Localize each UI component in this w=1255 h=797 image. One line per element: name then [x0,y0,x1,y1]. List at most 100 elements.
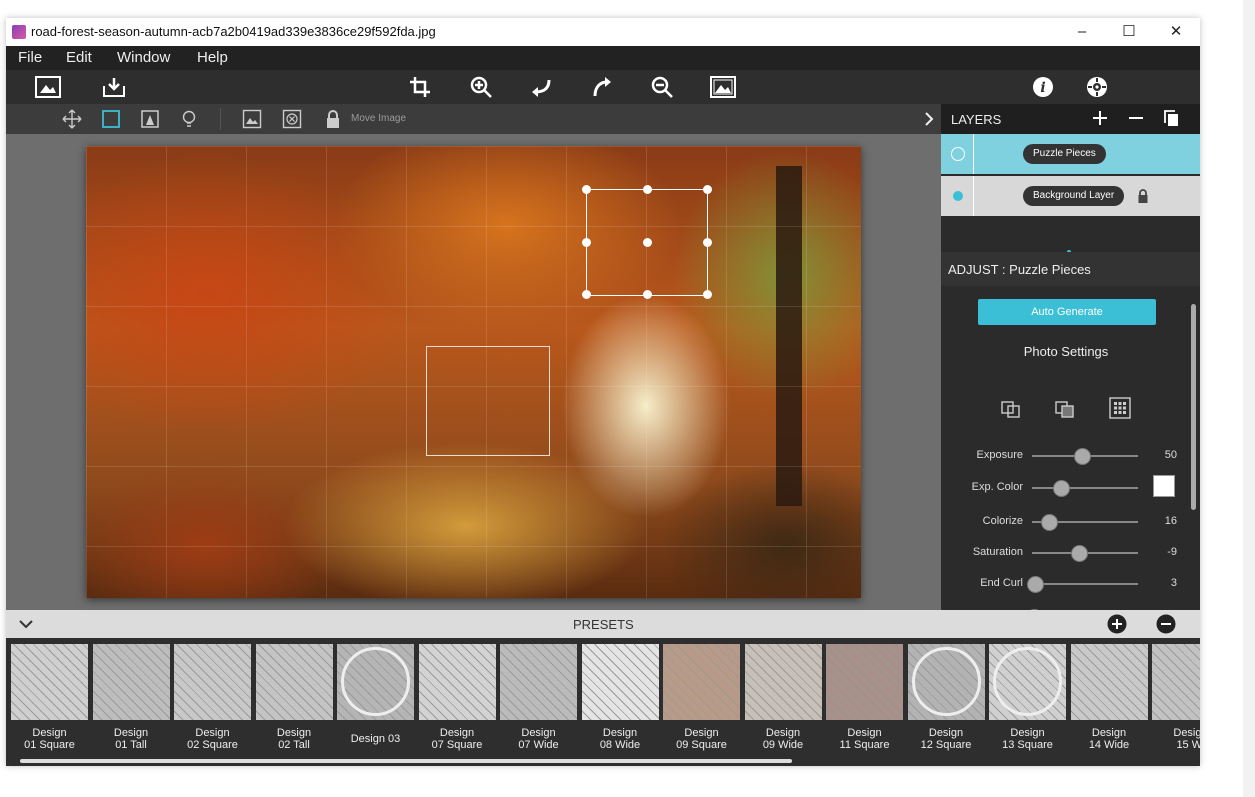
layer-visibility-toggle[interactable] [953,191,963,201]
resize-icon[interactable] [139,108,161,130]
preset-thumbnail[interactable] [1070,644,1148,720]
slider-track[interactable] [1032,487,1138,489]
grid-icon[interactable] [1108,396,1132,425]
remove-circle-icon[interactable] [1156,614,1176,639]
page-scrollbar[interactable] [1243,0,1255,797]
menu-window[interactable]: Window [117,49,170,66]
slider-knob[interactable] [1073,448,1091,465]
menu-file[interactable]: File [18,49,42,66]
slider-row[interactable]: Exp. Color [941,475,1191,497]
preset-thumbnail[interactable] [826,644,903,720]
selection-handle[interactable] [703,238,712,247]
selection-handle[interactable] [643,185,652,194]
preset-label-line: Design [928,727,964,739]
selection-handle[interactable] [582,185,591,194]
preset-label-line: Design [32,727,67,739]
preset-thumbnail[interactable] [255,644,333,720]
preset-thumbnail[interactable] [1152,644,1200,720]
slider-row[interactable]: Exposure 50 [941,445,1191,465]
layer-name: Background Layer [1023,186,1125,206]
info-icon[interactable]: i [1029,74,1057,100]
chevron-right-icon[interactable] [918,108,940,130]
puzzle-photo[interactable] [86,146,861,598]
selection-handle[interactable] [703,290,712,299]
preset-label-line: 02 Square [187,739,238,751]
minimize-button[interactable]: – [1072,22,1092,42]
copy-icon[interactable] [1163,109,1181,132]
maximize-button[interactable]: ☐ [1119,22,1139,42]
layer-row-puzzle-pieces[interactable]: Puzzle Pieces [941,134,1200,174]
close-button[interactable]: ✕ [1166,22,1186,42]
preset-label-line: 07 Square [431,739,483,751]
selection-handle[interactable] [582,238,591,247]
auto-generate-button[interactable]: Auto Generate [978,299,1156,325]
selection-handle[interactable] [643,238,652,247]
slider-knob[interactable] [1070,545,1088,562]
slider-row[interactable]: Saturation -9 [941,542,1191,562]
preset-label-line: 13 Square [1002,739,1053,751]
preset-thumbnail[interactable] [744,644,822,720]
puzzle-piece-outline[interactable] [426,346,550,456]
add-icon[interactable] [1091,108,1109,131]
preset-thumbnail[interactable] [11,644,88,720]
fit-image-icon[interactable] [999,396,1023,425]
preset-thumbnail[interactable] [581,644,659,720]
slider-knob[interactable] [1040,514,1058,531]
crop-icon[interactable] [406,74,434,100]
preset-thumbnail[interactable] [174,644,251,720]
preset-label-line: Design [439,727,475,739]
slider-knob[interactable] [1052,480,1070,497]
bulb-icon[interactable] [178,108,200,130]
move-image-label: Move Image [351,113,407,124]
color-swatch[interactable] [1153,475,1175,497]
panel-scrollbar[interactable] [1191,304,1196,510]
selection-box[interactable] [582,185,712,299]
selection-handle[interactable] [643,290,652,299]
preset-label-line: Design [847,727,882,739]
preset-label: Design 02 Tall [256,727,333,751]
selection-handle[interactable] [703,185,712,194]
main-toolbar: i [6,70,1200,104]
preset-label: Design 09 Wide [745,727,822,751]
preset-thumbnail[interactable] [92,644,170,720]
preset-thumbnail[interactable] [989,644,1066,720]
preset-label-line: Design [765,727,801,739]
zoom-out-icon[interactable] [648,74,676,100]
marquee-icon[interactable] [100,108,122,130]
fit-icon[interactable] [709,74,737,100]
preset-thumbnail[interactable] [663,644,740,720]
close-circle-icon[interactable] [281,108,303,130]
canvas-area[interactable] [6,134,941,610]
chevron-down-icon[interactable] [18,616,34,637]
fill-image-icon[interactable] [1053,396,1077,425]
preset-thumbnail[interactable] [500,644,577,720]
minus-icon[interactable] [1127,108,1145,131]
redo-icon[interactable] [588,74,616,100]
lock-icon[interactable] [1137,188,1149,209]
presets-scrollbar[interactable] [20,759,792,763]
slider-row[interactable]: Colorize 16 [941,511,1191,531]
layer-row-background[interactable]: Background Layer [941,176,1200,216]
menu-help[interactable]: Help [197,49,228,66]
image-icon[interactable] [34,74,62,100]
menu-edit[interactable]: Edit [66,49,92,66]
slider-row[interactable]: End Curl 3 [941,573,1191,593]
layer-name: Puzzle Pieces [1023,144,1106,164]
preset-label-line: Design [276,727,312,739]
preset-thumbnail[interactable] [907,644,985,720]
selection-handle[interactable] [582,290,591,299]
export-icon[interactable] [100,74,128,100]
layer-visibility-toggle[interactable] [951,147,965,161]
undo-icon[interactable] [527,74,555,100]
slider-knob[interactable] [1027,576,1045,593]
zoom-in-icon[interactable] [467,74,495,100]
preset-thumbnail[interactable] [337,644,414,720]
image-frame-icon[interactable] [241,108,263,130]
lock-icon[interactable] [322,108,344,130]
sub-toolbar: Move Image [6,104,940,134]
slider-track[interactable] [1032,583,1138,585]
add-circle-icon[interactable] [1107,614,1127,639]
settings-icon[interactable] [1083,74,1111,100]
move-icon[interactable] [61,108,83,130]
preset-thumbnail[interactable] [418,644,496,720]
